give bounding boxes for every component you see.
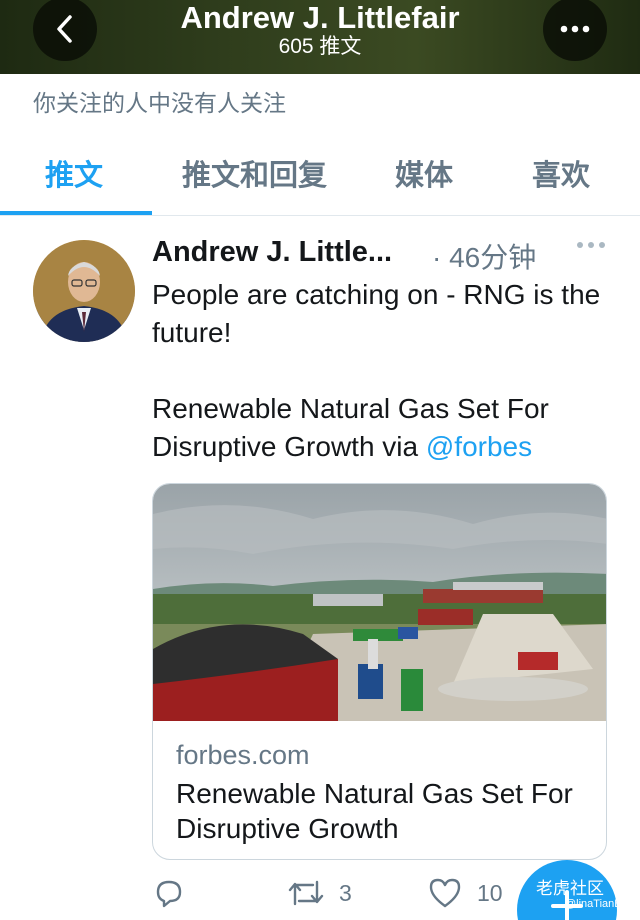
retweet-icon [288, 880, 324, 906]
card-title: Renewable Natural Gas Set For Disruptive… [176, 778, 573, 844]
tweet-text-line1: People are catching on - RNG is the futu… [152, 279, 601, 348]
profile-header: Andrew J. Littlefair 605 推文 [0, 0, 640, 74]
tweet-more-button[interactable] [576, 238, 606, 256]
active-tab-indicator [0, 211, 152, 215]
heart-icon [429, 878, 461, 908]
more-horizontal-icon [560, 25, 590, 33]
tweet-text: People are catching on - RNG is the futu… [152, 276, 612, 466]
retweet-button[interactable]: 3 [287, 876, 352, 910]
tab-tweets[interactable]: 推文 [45, 152, 103, 194]
tab-likes[interactable]: 喜欢 [532, 152, 590, 194]
like-button[interactable]: 10 [427, 876, 503, 910]
followers-you-know-note[interactable]: 你关注的人中没有人关注 [33, 84, 286, 118]
tweet-timestamp: · 46分钟 [432, 242, 537, 273]
watermark-handle: @linaTianB [565, 898, 622, 910]
card-domain: forbes.com [176, 740, 310, 770]
profile-tabs: 推文 推文和回复 媒体 喜欢 [0, 132, 640, 216]
avatar[interactable] [33, 240, 135, 342]
link-card[interactable]: forbes.com Renewable Natural Gas Set For… [152, 483, 607, 860]
tab-media[interactable]: 媒体 [395, 152, 453, 194]
mention-link[interactable]: @forbes [426, 431, 532, 462]
like-count: 10 [477, 879, 503, 906]
more-options-button[interactable] [543, 0, 607, 61]
reply-button[interactable] [152, 876, 186, 910]
reply-icon [156, 880, 182, 908]
retweet-count: 3 [339, 879, 352, 906]
more-horizontal-icon [577, 242, 605, 248]
avatar-portrait-image [33, 240, 135, 342]
tab-tweets-and-replies[interactable]: 推文和回复 [182, 152, 327, 194]
article-image [153, 484, 606, 721]
watermark-text: 老虎社区 [536, 879, 604, 898]
tweet-author-name[interactable]: Andrew J. Little... [152, 236, 392, 269]
